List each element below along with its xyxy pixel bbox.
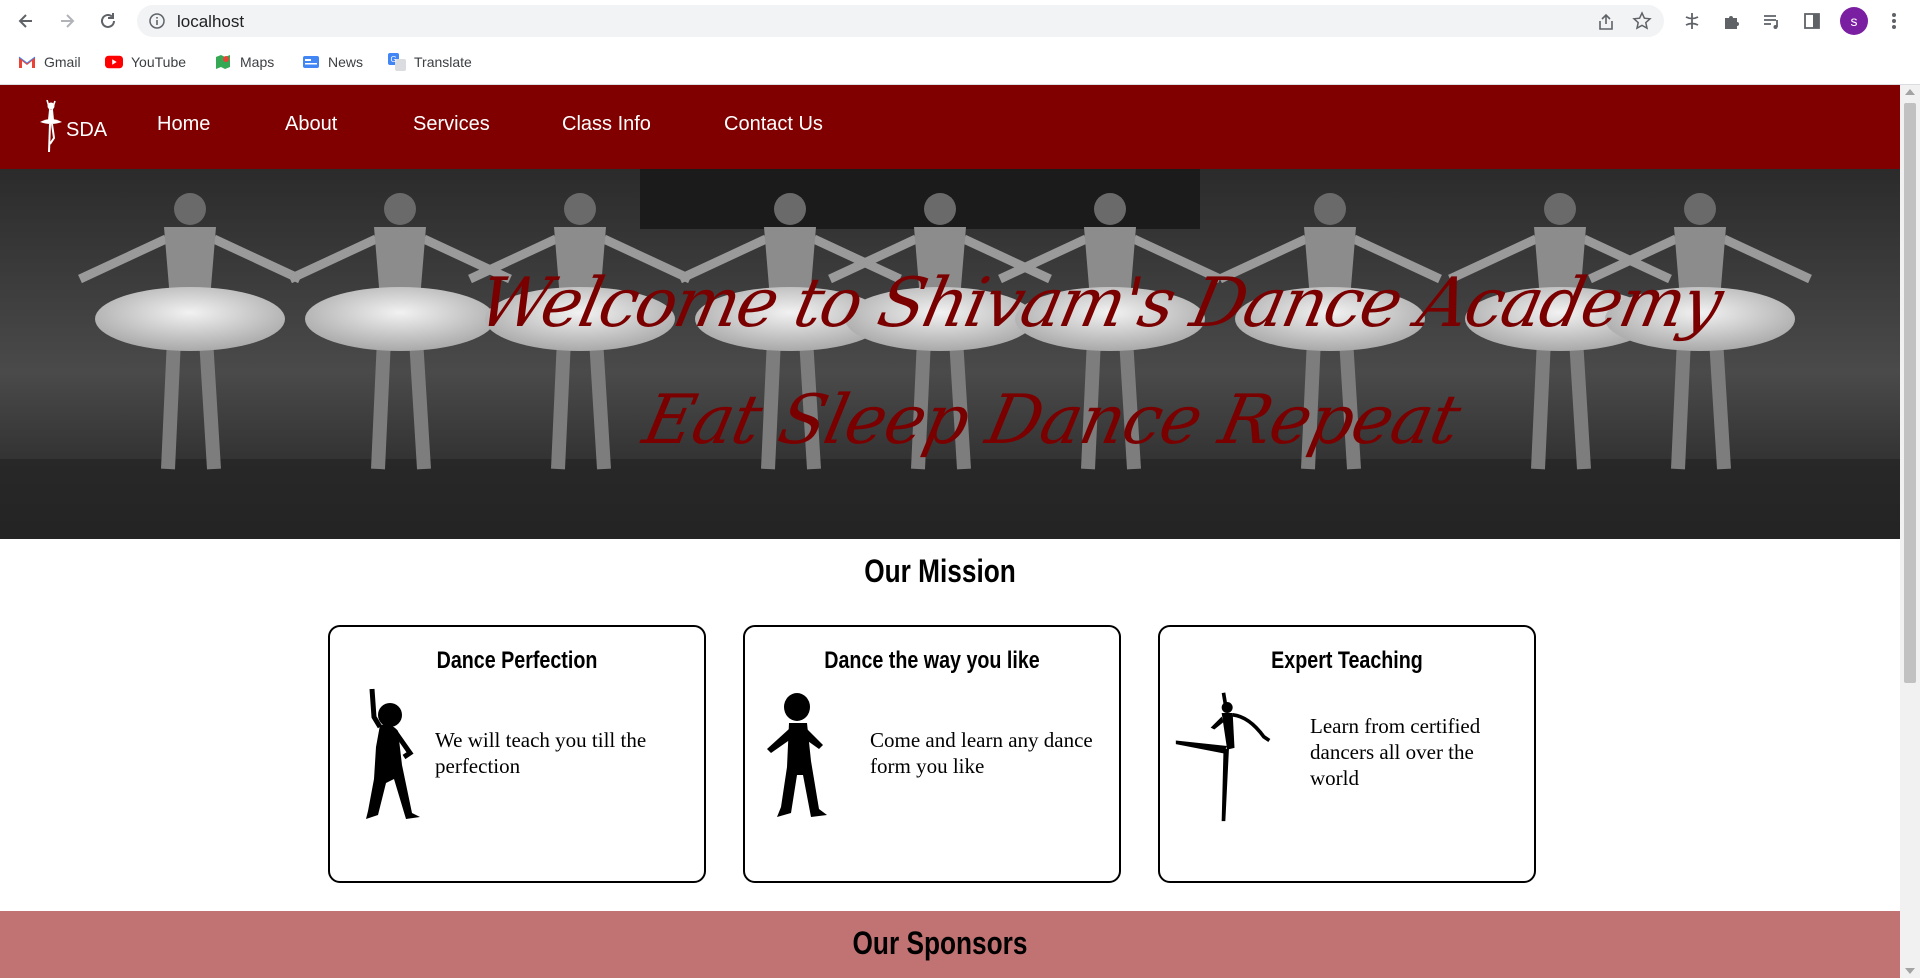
youtube-icon (105, 53, 123, 71)
bookmarks-bar: Gmail YouTube Maps News G Translate (0, 48, 1900, 76)
afro-dancer-icon (767, 693, 827, 817)
card-title: Expert Teaching (1271, 647, 1423, 674)
nav-about[interactable]: About (285, 113, 337, 136)
bookmark-youtube[interactable]: YouTube (105, 48, 186, 76)
share-icon[interactable] (1596, 12, 1616, 37)
hero-banner: Welcome to Shivam's Dance Academy Eat Sl… (0, 169, 1900, 539)
puzzle-icon[interactable] (1720, 9, 1744, 33)
bookmark-gmail[interactable]: Gmail (18, 48, 81, 76)
nav-home[interactable]: Home (157, 113, 210, 136)
news-icon (302, 53, 320, 71)
bookmark-label: Maps (240, 54, 275, 70)
sponsors-heading: Our Sponsors (852, 925, 1028, 961)
bookmark-news[interactable]: News (302, 48, 363, 76)
bookmark-star-icon[interactable] (1632, 11, 1652, 36)
bookmark-translate[interactable]: G Translate (388, 48, 472, 76)
site-logo[interactable]: SDA (38, 99, 107, 155)
mission-card-expert: Expert Teaching Learn from certified dan… (1158, 625, 1536, 883)
extension-icon[interactable] (1680, 9, 1704, 33)
hero-ballet-photo (0, 169, 1900, 539)
nav-contact-us[interactable]: Contact Us (724, 113, 823, 136)
menu-kebab-icon[interactable] (1882, 9, 1906, 33)
browser-toolbar: localhost s (0, 0, 1920, 42)
card-text: Learn from certified dancers all over th… (1310, 714, 1481, 790)
bookmark-label: News (328, 54, 364, 70)
bookmark-label: YouTube (131, 54, 187, 70)
page-scrollbar[interactable] (1900, 85, 1920, 978)
site-info-icon[interactable] (149, 13, 165, 29)
media-queue-icon[interactable] (1760, 9, 1784, 33)
bookmark-label: Translate (414, 54, 472, 70)
card-title: Dance Perfection (436, 647, 598, 674)
page-viewport: SDA Home About Services Class Info Conta… (0, 85, 1900, 978)
disco-dancer-icon (366, 688, 420, 819)
scroll-up-arrow-icon[interactable] (1905, 89, 1915, 95)
card-text: Come and learn any dance form you like (870, 728, 1093, 778)
card-text: We will teach you till the perfection (435, 728, 647, 778)
ballet-leap-icon (1175, 692, 1271, 822)
mission-card-your-way: Dance the way you like Come and learn an… (743, 625, 1121, 883)
forward-icon[interactable] (55, 9, 79, 33)
nav-services[interactable]: Services (413, 113, 490, 136)
site-navbar: SDA Home About Services Class Info Conta… (0, 85, 1900, 169)
mission-heading: Our Mission (864, 553, 1016, 589)
svg-text:G: G (391, 55, 397, 64)
sponsors-section: Our Sponsors (0, 911, 1900, 978)
card-title: Dance the way you like (824, 647, 1040, 674)
hero-subtitle: Eat Sleep Dance Repeat (636, 381, 1467, 460)
back-icon[interactable] (14, 9, 38, 33)
nav-class-info[interactable]: Class Info (562, 113, 651, 136)
maps-icon (214, 53, 232, 71)
hero-title: Welcome to Shivam's Dance Academy (471, 264, 1728, 343)
scroll-down-arrow-icon[interactable] (1905, 968, 1915, 974)
ballerina-logo-icon (40, 100, 62, 153)
address-bar[interactable]: localhost (137, 5, 1664, 37)
side-panel-icon[interactable] (1800, 9, 1824, 33)
browser-chrome: localhost s Gmail YouTube Maps News G Tr… (0, 0, 1920, 85)
gmail-icon (18, 53, 36, 71)
reload-icon[interactable] (96, 9, 120, 33)
translate-icon: G (388, 53, 406, 71)
profile-avatar[interactable]: s (1840, 7, 1868, 35)
mission-card-perfection: Dance Perfection We will teach you till … (328, 625, 706, 883)
bookmark-maps[interactable]: Maps (214, 48, 274, 76)
bookmark-label: Gmail (44, 54, 81, 70)
url-text: localhost (177, 12, 245, 31)
scrollbar-thumb[interactable] (1904, 103, 1916, 683)
logo-text: SDA (66, 118, 108, 141)
